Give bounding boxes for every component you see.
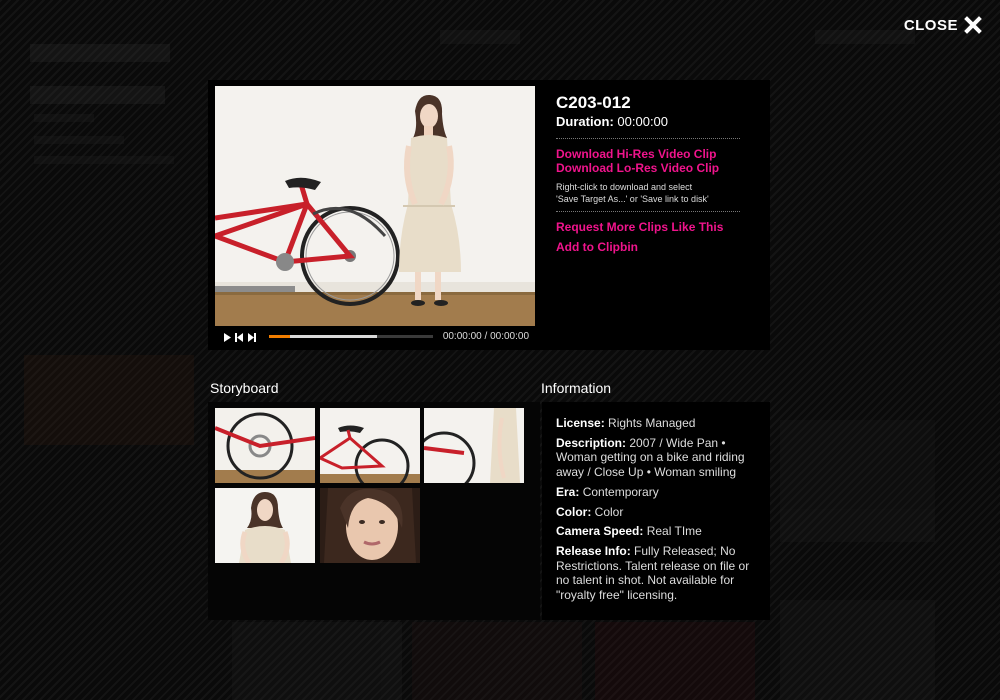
description-row: Description: 2007 / Wide Pan • Woman get… — [556, 436, 756, 479]
storyboard-heading: Storyboard — [210, 380, 279, 396]
background-sidebar-item — [34, 114, 94, 122]
background-thumbnail — [595, 622, 755, 700]
license-row: License: Rights Managed — [556, 416, 756, 430]
duration-value: 00:00:00 — [617, 114, 669, 129]
background-sidebar-header — [30, 86, 165, 104]
background-promo-box — [24, 355, 194, 445]
thumbnail-image — [320, 408, 420, 483]
release-info-label: Release Info: — [556, 544, 631, 559]
background-sidebar-item — [34, 136, 124, 144]
description-label: Description: — [556, 435, 627, 450]
request-more-clips-link[interactable]: Request More Clips Like This — [556, 220, 756, 234]
thumbnail-image — [215, 488, 315, 563]
background-thumbnail — [412, 622, 582, 700]
add-to-clipbin-link[interactable]: Add to Clipbin — [556, 240, 756, 254]
play-icon — [223, 332, 231, 342]
thumbnail-image — [215, 408, 315, 483]
download-note-line: Right-click to download and select — [556, 182, 693, 192]
storyboard-thumbnail[interactable] — [424, 408, 524, 483]
step-back-button[interactable] — [233, 331, 245, 343]
close-label: CLOSE — [903, 16, 958, 34]
duration-label: Duration: — [556, 114, 614, 129]
step-forward-icon — [247, 332, 256, 342]
step-back-icon — [234, 332, 243, 342]
video-still-image — [215, 86, 535, 326]
video-frame[interactable] — [215, 86, 535, 326]
thumbnail-image — [424, 408, 524, 483]
era-value: Contemporary — [582, 484, 659, 499]
storyboard-thumbnail[interactable] — [215, 488, 315, 563]
player-controls: 00:00:00 / 00:00:00 — [215, 330, 535, 344]
era-row: Era: Contemporary — [556, 485, 756, 499]
background-nav-item — [815, 30, 915, 44]
divider — [556, 138, 740, 139]
license-label: License: — [556, 416, 605, 430]
background-logo — [30, 44, 170, 62]
background-thumbnail — [780, 420, 935, 542]
progress-played — [269, 335, 291, 338]
license-value: Rights Managed — [608, 416, 696, 430]
background-thumbnail — [232, 622, 402, 700]
play-button[interactable] — [221, 331, 233, 343]
camera-speed-row: Camera Speed: Real TIme — [556, 524, 756, 538]
progress-bar[interactable] — [269, 335, 433, 338]
storyboard-thumbnail[interactable] — [320, 408, 420, 483]
information-panel: License: Rights Managed Description: 200… — [542, 402, 770, 620]
release-info-row: Release Info: Fully Released; No Restric… — [556, 544, 756, 602]
download-lores-link[interactable]: Download Lo-Res Video Clip — [556, 161, 756, 175]
background-nav-item — [440, 30, 520, 44]
storyboard-thumbnail[interactable] — [215, 408, 315, 483]
background-thumbnail — [780, 600, 935, 700]
camera-speed-label: Camera Speed: — [556, 524, 644, 539]
storyboard-thumbnail[interactable] — [320, 488, 420, 563]
clip-details-panel: C203-012 Duration: 00:00:00 Download Hi-… — [542, 80, 770, 350]
divider — [556, 211, 740, 212]
era-label: Era: — [556, 484, 580, 499]
step-forward-button[interactable] — [245, 331, 257, 343]
close-icon — [964, 16, 982, 34]
background-sidebar-item — [34, 156, 174, 164]
color-row: Color: Color — [556, 505, 756, 519]
download-note: Right-click to download and select 'Save… — [556, 181, 756, 205]
thumbnail-image — [320, 488, 420, 563]
download-note-line: 'Save Target As...' or 'Save link to dis… — [556, 194, 709, 204]
storyboard-panel — [208, 402, 540, 620]
time-display: 00:00:00 / 00:00:00 — [442, 331, 529, 342]
color-label: Color: — [556, 504, 592, 519]
download-hires-link[interactable]: Download Hi-Res Video Clip — [556, 147, 756, 161]
camera-speed-value: Real TIme — [646, 524, 702, 539]
video-player-panel: 00:00:00 / 00:00:00 — [208, 80, 542, 350]
information-heading: Information — [541, 380, 612, 396]
color-value: Color — [594, 504, 624, 519]
close-button[interactable]: CLOSE — [904, 16, 982, 34]
clip-id: C203-012 — [556, 93, 631, 112]
clip-duration: Duration: 00:00:00 — [556, 113, 756, 131]
